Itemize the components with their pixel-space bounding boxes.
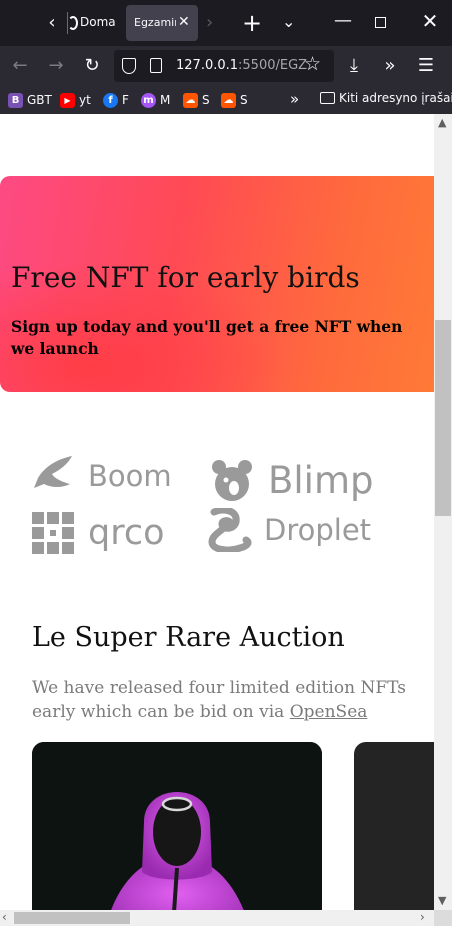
bookmark-label: M <box>160 93 171 107</box>
tab-inactive[interactable]: Doma <box>68 6 124 40</box>
tab-close-icon[interactable]: ✕ <box>178 14 190 30</box>
page-info-icon[interactable] <box>150 58 162 73</box>
tab-favicon-icon <box>68 16 78 30</box>
bookmark-label: GBT <box>27 93 52 107</box>
folder-icon <box>320 92 335 104</box>
hero-title: Free NFT for early birds <box>11 261 360 294</box>
logo-name: Boom <box>88 459 172 493</box>
reload-button[interactable]: ↻ <box>78 52 106 80</box>
bookmark-item[interactable]: B GBT <box>8 91 52 109</box>
shield-icon[interactable] <box>122 58 136 74</box>
forward-button[interactable]: → <box>42 52 70 80</box>
horizontal-scrollbar[interactable]: ‹ › <box>0 910 452 926</box>
folder-label: Kiti adresyno įrašai <box>339 91 452 105</box>
navigation-toolbar: ← → ↻ 127.0.0.1:5500/EGZ ☆ ⤓ » ☰ <box>0 46 452 86</box>
horizontal-scroll-thumb[interactable] <box>14 912 130 924</box>
app-menu-button[interactable]: ☰ <box>412 52 440 80</box>
bookmark-item[interactable]: m M <box>141 91 170 109</box>
vertical-scroll-thumb[interactable] <box>435 320 451 516</box>
logo-name: qrco <box>88 513 165 553</box>
partner-logos: Boom Blimp qrco Droplet <box>0 454 434 554</box>
tab-scroll-right-button[interactable]: › <box>206 12 213 33</box>
qr-icon <box>32 512 74 554</box>
window-maximize-button[interactable] <box>375 17 386 28</box>
address-bar[interactable]: 127.0.0.1:5500/EGZ ☆ <box>114 50 334 82</box>
tab-label: Egzamin <box>134 16 176 29</box>
vertical-scrollbar[interactable]: ▲ ▼ <box>434 114 452 910</box>
bookmark-label: S <box>240 93 248 107</box>
list-all-tabs-button[interactable]: ⌄ <box>282 12 295 31</box>
bookmark-label: yt <box>79 93 91 107</box>
logo-droplet: Droplet <box>208 508 371 552</box>
nft-card[interactable] <box>354 742 434 910</box>
window-close-button[interactable]: ✕ <box>417 6 443 36</box>
bear-icon <box>212 460 252 501</box>
new-tab-button[interactable]: + <box>240 8 264 38</box>
youtube-icon: ▶ <box>60 92 75 108</box>
soundcloud-icon: ☁ <box>221 92 236 108</box>
bookmark-star-icon[interactable]: ☆ <box>304 53 321 75</box>
window-minimize-button[interactable]: — <box>330 6 356 36</box>
bookmark-label: S <box>202 93 210 107</box>
bookmark-item[interactable]: ☁ S <box>221 91 248 109</box>
logo-name: Droplet <box>264 513 372 547</box>
scroll-down-icon[interactable]: ▼ <box>438 894 446 907</box>
more-tools-button[interactable]: » <box>376 52 404 80</box>
url-text[interactable]: 127.0.0.1:5500/EGZ <box>176 58 307 73</box>
nft-card[interactable] <box>32 742 322 910</box>
tab-scroll-left-button[interactable]: ‹ <box>44 12 60 34</box>
bookmark-item[interactable]: ☁ S <box>183 91 210 109</box>
messenger-icon: m <box>141 92 156 108</box>
downloads-button[interactable]: ⤓ <box>340 52 368 80</box>
scrollbar-corner <box>434 910 452 926</box>
nft-image <box>32 742 322 910</box>
logo-boom: Boom <box>32 454 172 498</box>
facebook-icon: f <box>103 92 118 108</box>
page-viewport: Free NFT for early birds Sign up today a… <box>0 114 434 910</box>
bookmark-item[interactable]: f F <box>103 91 129 109</box>
logo-name: Blimp <box>268 458 374 502</box>
hero-subtitle: Sign up today and you'll get a free NFT … <box>11 317 403 358</box>
droplet-icon <box>208 508 252 552</box>
bookmarks-overflow-button[interactable]: » <box>290 90 299 108</box>
bookmarks-toolbar: B GBT ▶ yt f F m M ☁ S ☁ S » Kiti adresy… <box>0 86 452 114</box>
tab-active[interactable]: Egzamin ✕ <box>126 5 198 41</box>
auction-title: Le Super Rare Auction <box>32 622 345 653</box>
bookmark-item[interactable]: ▶ yt <box>60 91 91 109</box>
scroll-up-icon[interactable]: ▲ <box>438 116 446 129</box>
logo-blimp: Blimp <box>210 458 373 502</box>
tab-strip: ‹ Doma Egzamin ✕ › + ⌄ — ✕ <box>0 0 452 46</box>
hero-banner: Free NFT for early birds Sign up today a… <box>0 176 434 392</box>
scroll-right-icon[interactable]: › <box>420 910 425 924</box>
boom-icon <box>34 456 72 488</box>
soundcloud-icon: ☁ <box>183 92 198 108</box>
back-button[interactable]: ← <box>6 52 34 80</box>
other-bookmarks-folder[interactable]: Kiti adresyno įrašai <box>320 91 452 105</box>
bookmark-label: F <box>122 93 129 107</box>
auction-description: We have released four limited edition NF… <box>32 676 412 724</box>
bootstrap-icon: B <box>8 92 23 108</box>
opensea-link[interactable]: OpenSea <box>290 702 368 722</box>
logo-qrco: qrco <box>32 512 165 554</box>
scroll-left-icon[interactable]: ‹ <box>2 910 7 924</box>
tab-label: Doma <box>80 15 116 29</box>
